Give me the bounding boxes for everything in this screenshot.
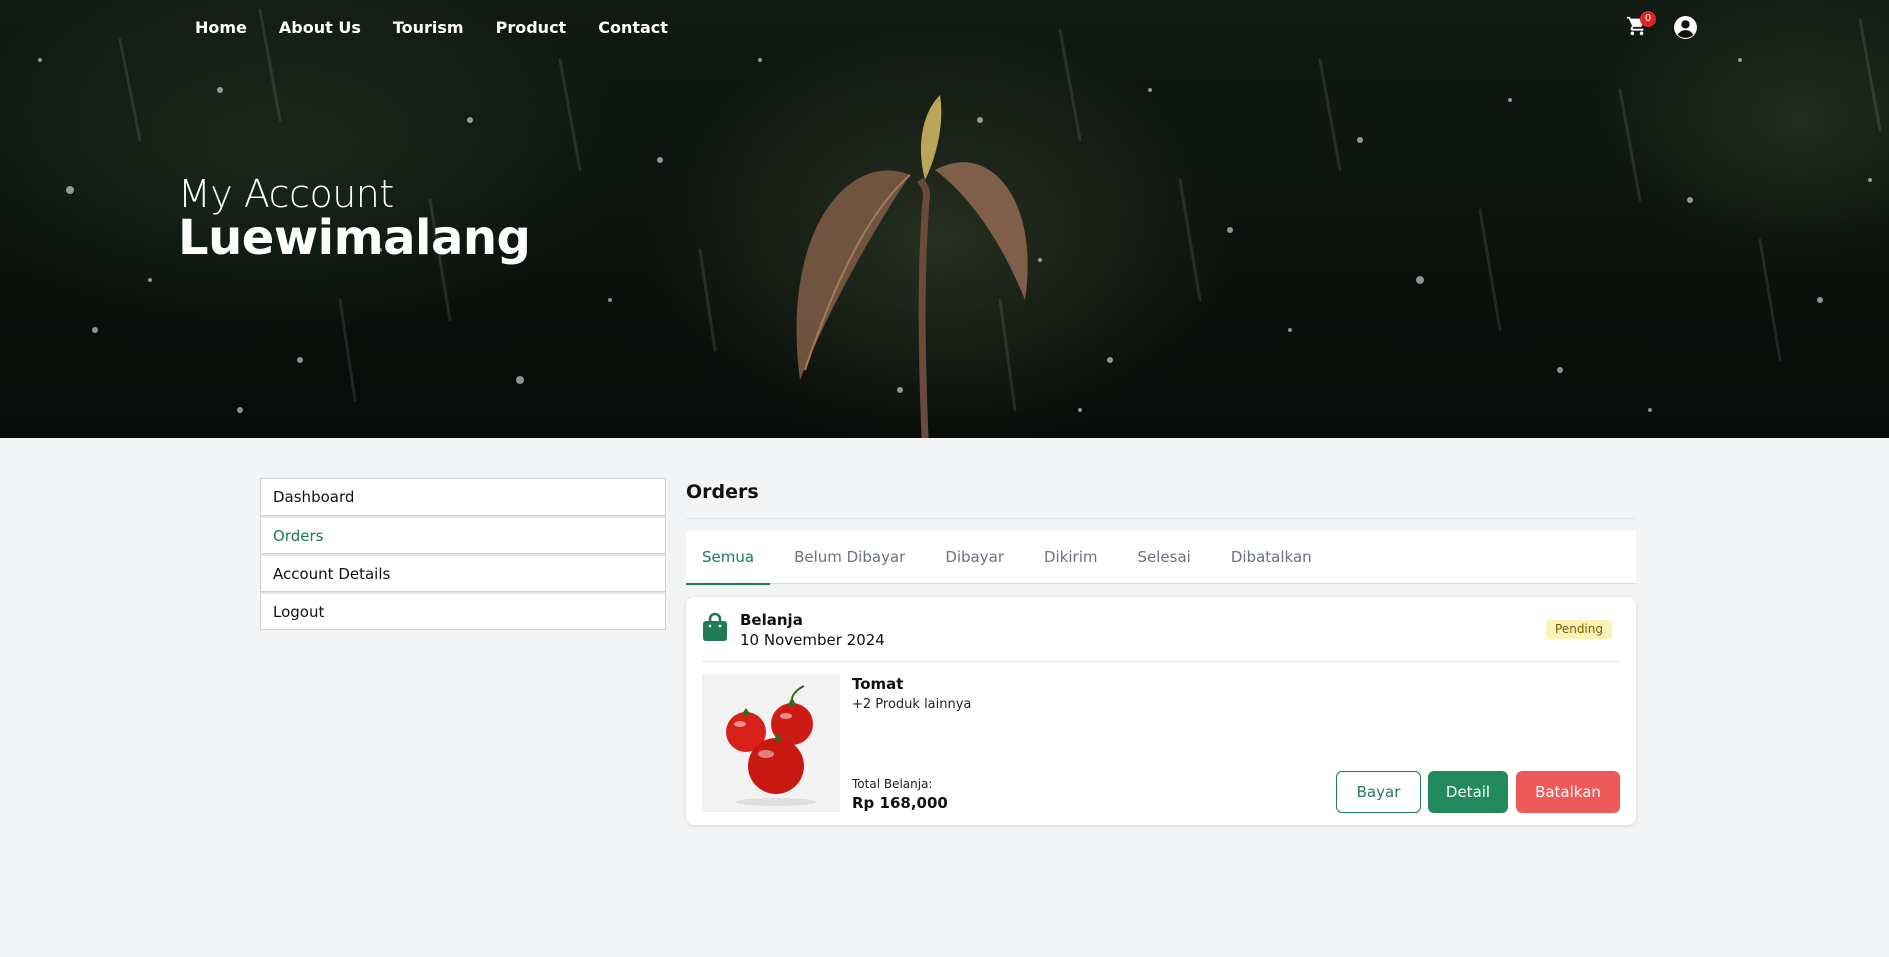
- more-products-text: +2 Produk lainnya: [852, 697, 972, 712]
- page-title: Orders: [686, 481, 759, 503]
- order-status-tabs: Semua Belum Dibayar Dibayar Dikirim Sele…: [685, 531, 1636, 585]
- cancel-button[interactable]: Batalkan: [1516, 771, 1620, 813]
- cart-count-badge: 0: [1640, 11, 1656, 27]
- nav-about-us[interactable]: About Us: [279, 16, 361, 40]
- nav-contact[interactable]: Contact: [598, 16, 668, 40]
- user-circle-icon[interactable]: [1673, 15, 1698, 40]
- order-type: Belanja: [740, 611, 803, 629]
- hero-banner: Home About Us Tourism Product Contact 0 …: [0, 0, 1889, 438]
- status-badge: Pending: [1546, 620, 1612, 639]
- tab-selesai[interactable]: Selesai: [1138, 531, 1191, 584]
- sidebar-item-logout[interactable]: Logout: [260, 592, 666, 630]
- total-value: Rp 168,000: [852, 794, 948, 812]
- title-divider: [686, 518, 1636, 519]
- sidebar-item-orders[interactable]: Orders: [260, 516, 666, 554]
- tab-dikirim[interactable]: Dikirim: [1044, 531, 1098, 584]
- total-label: Total Belanja:: [852, 777, 933, 791]
- nav-tourism[interactable]: Tourism: [393, 16, 464, 40]
- order-date: 10 November 2024: [740, 631, 885, 649]
- pay-button[interactable]: Bayar: [1336, 771, 1421, 813]
- card-divider: [702, 661, 1620, 662]
- tab-dibayar[interactable]: Dibayar: [945, 531, 1004, 584]
- order-card: Belanja 10 November 2024 Pending Tomat +…: [686, 597, 1636, 825]
- hero-title: Luewimalang: [178, 210, 531, 266]
- nav-home[interactable]: Home: [195, 16, 247, 40]
- account-sidebar: Dashboard Orders Account Details Logout: [260, 478, 666, 630]
- shopping-bag-icon: [703, 612, 727, 641]
- product-name: Tomat: [852, 675, 904, 693]
- sidebar-item-dashboard[interactable]: Dashboard: [260, 478, 666, 516]
- product-thumbnail-tomato: [702, 674, 840, 812]
- tab-dibatalkan[interactable]: Dibatalkan: [1231, 531, 1312, 584]
- nav-product[interactable]: Product: [496, 16, 567, 40]
- detail-button[interactable]: Detail: [1428, 771, 1508, 813]
- sidebar-item-account-details[interactable]: Account Details: [260, 554, 666, 592]
- main-navigation: Home About Us Tourism Product Contact: [195, 16, 668, 40]
- tab-semua[interactable]: Semua: [685, 531, 771, 585]
- tab-belum-dibayar[interactable]: Belum Dibayar: [794, 531, 905, 584]
